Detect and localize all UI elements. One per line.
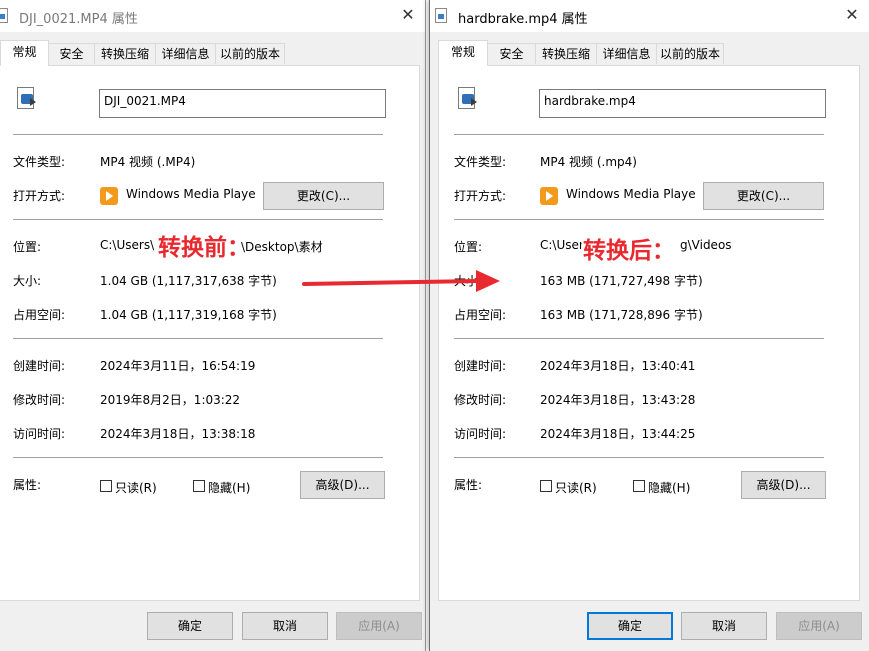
red-arrow-icon <box>302 270 500 292</box>
change-button[interactable]: 更改(C)... <box>703 182 824 210</box>
properties-window-before: DJI_0021.MP4 属性 ✕ 常规 安全 转换压缩 详细信息 以前的版本 … <box>0 0 426 651</box>
size-label: 大小: <box>13 274 42 288</box>
close-icon[interactable]: ✕ <box>841 4 863 26</box>
general-panel: hardbrake.mp4 文件类型: MP4 视频 (.mp4) 打开方式: … <box>438 65 860 601</box>
modified-value: 2019年8月2日，1:03:22 <box>100 393 241 407</box>
file-type-value: MP4 视频 (.mp4) <box>540 155 637 169</box>
location-value: C:\Users\ <box>100 238 155 252</box>
size-on-disk-value: 163 MB (171,728,896 字节) <box>540 308 703 322</box>
window-title: hardbrake.mp4 属性 <box>458 12 588 27</box>
divider <box>13 457 383 458</box>
readonly-checkbox[interactable] <box>540 480 552 492</box>
size-on-disk-label: 占用空间: <box>454 308 507 322</box>
tab-details[interactable]: 详细信息 <box>155 43 216 64</box>
hidden-checkbox[interactable] <box>193 480 205 492</box>
size-on-disk-value: 1.04 GB (1,117,319,168 字节) <box>100 308 277 322</box>
divider <box>13 134 383 135</box>
advanced-button[interactable]: 高级(D)... <box>300 471 385 499</box>
window-title: DJI_0021.MP4 属性 <box>19 12 138 27</box>
attributes-label: 属性: <box>454 478 483 492</box>
attributes-label: 属性: <box>13 478 42 492</box>
open-with-label: 打开方式: <box>454 189 507 203</box>
accessed-label: 访问时间: <box>454 427 507 441</box>
tab-previous-versions[interactable]: 以前的版本 <box>656 43 724 64</box>
hidden-checkbox[interactable] <box>633 480 645 492</box>
divider <box>454 457 824 458</box>
size-value: 1.04 GB (1,117,317,638 字节) <box>100 274 277 288</box>
file-icon <box>435 8 447 23</box>
file-icon <box>0 8 8 23</box>
created-label: 创建时间: <box>454 359 507 373</box>
before-annotation: 转换前： <box>158 235 250 261</box>
change-button[interactable]: 更改(C)... <box>263 182 384 210</box>
title-bar: hardbrake.mp4 属性 ✕ <box>430 0 869 32</box>
tab-general[interactable]: 常规 <box>0 40 49 66</box>
accessed-label: 访问时间: <box>13 427 66 441</box>
created-label: 创建时间: <box>13 359 66 373</box>
divider <box>454 219 824 220</box>
accessed-value: 2024年3月18日，13:44:25 <box>540 427 696 441</box>
location-label: 位置: <box>454 240 483 254</box>
file-type-label: 文件类型: <box>13 155 66 169</box>
readonly-label: 只读(R) <box>555 481 597 495</box>
divider <box>13 219 383 220</box>
hidden-label: 隐藏(H) <box>208 481 251 495</box>
ok-button[interactable]: 确定 <box>147 612 233 640</box>
readonly-label: 只读(R) <box>115 481 157 495</box>
modified-label: 修改时间: <box>454 393 507 407</box>
created-value: 2024年3月18日，13:40:41 <box>540 359 696 373</box>
apply-button[interactable]: 应用(A) <box>336 612 422 640</box>
divider <box>454 134 824 135</box>
accessed-value: 2024年3月18日，13:38:18 <box>100 427 256 441</box>
size-value: 163 MB (171,727,498 字节) <box>540 274 703 288</box>
filename-input[interactable]: DJI_0021.MP4 <box>99 89 386 118</box>
file-type-value: MP4 视频 (.MP4) <box>100 155 196 169</box>
size-on-disk-label: 占用空间: <box>13 308 66 322</box>
modified-label: 修改时间: <box>13 393 66 407</box>
tab-security[interactable]: 安全 <box>487 43 536 64</box>
tab-convert[interactable]: 转换压缩 <box>94 43 156 64</box>
tab-general[interactable]: 常规 <box>438 40 488 66</box>
cancel-button[interactable]: 取消 <box>242 612 328 640</box>
after-annotation: 转换后： <box>583 238 675 264</box>
modified-value: 2024年3月18日，13:43:28 <box>540 393 696 407</box>
location-value: C:\User <box>540 238 584 252</box>
apply-button[interactable]: 应用(A) <box>776 612 862 640</box>
hidden-label: 隐藏(H) <box>648 481 691 495</box>
filename-input[interactable]: hardbrake.mp4 <box>539 89 826 118</box>
created-value: 2024年3月11日，16:54:19 <box>100 359 256 373</box>
close-icon[interactable]: ✕ <box>397 4 419 26</box>
tab-convert[interactable]: 转换压缩 <box>535 43 597 64</box>
ok-button[interactable]: 确定 <box>587 612 673 640</box>
location-label: 位置: <box>13 240 42 254</box>
divider <box>13 338 383 339</box>
cancel-button[interactable]: 取消 <box>681 612 767 640</box>
video-file-icon <box>458 87 480 113</box>
location-value-tail: \Desktop\素材 <box>241 240 323 254</box>
open-with-label: 打开方式: <box>13 189 66 203</box>
location-value-tail: g\Videos <box>680 238 732 252</box>
open-with-value: Windows Media Playe <box>126 187 256 201</box>
properties-window-after: hardbrake.mp4 属性 ✕ 常规 安全 转换压缩 详细信息 以前的版本… <box>429 0 869 651</box>
open-with-value: Windows Media Playe <box>566 187 696 201</box>
media-player-icon <box>100 187 118 205</box>
title-bar: DJI_0021.MP4 属性 ✕ <box>0 0 425 32</box>
tab-details[interactable]: 详细信息 <box>596 43 657 64</box>
media-player-icon <box>540 187 558 205</box>
tab-previous-versions[interactable]: 以前的版本 <box>215 43 285 64</box>
divider <box>454 338 824 339</box>
readonly-checkbox[interactable] <box>100 480 112 492</box>
advanced-button[interactable]: 高级(D)... <box>741 471 826 499</box>
video-file-icon <box>17 87 39 113</box>
general-panel: DJI_0021.MP4 文件类型: MP4 视频 (.MP4) 打开方式: W… <box>0 65 420 601</box>
file-type-label: 文件类型: <box>454 155 507 169</box>
tab-security[interactable]: 安全 <box>48 43 95 64</box>
